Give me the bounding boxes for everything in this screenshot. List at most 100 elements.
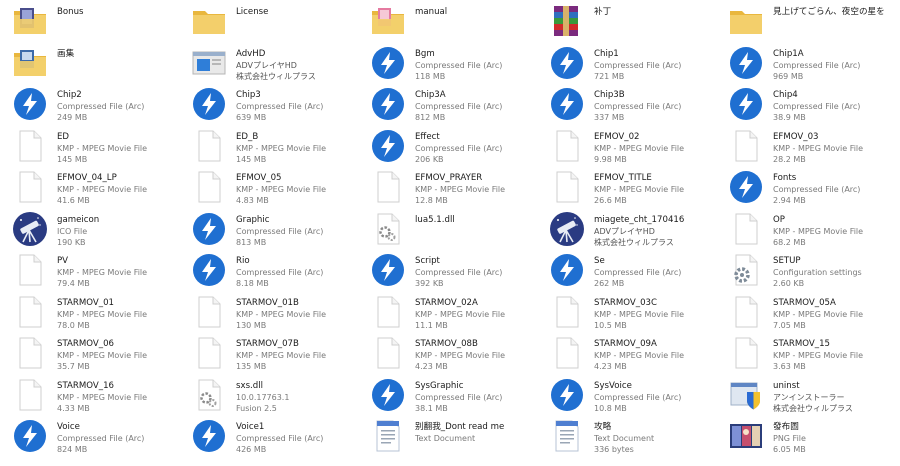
file-name: EFMOV_03 [773, 131, 819, 142]
file-item-text: Effect Compressed File (Arc) 206 KB [415, 128, 502, 165]
file-item[interactable]: SETUP Configuration settings 2.60 KB [716, 249, 900, 291]
file-name: STARMOV_03C [594, 297, 658, 308]
file-item[interactable]: EFMOV_05 KMP - MPEG Movie File 4.83 MB [179, 166, 358, 208]
file-item[interactable]: Chip1A Compressed File (Arc) 969 MB [716, 42, 900, 84]
file-item[interactable]: manual [358, 0, 537, 42]
file-item[interactable]: Bonus [0, 0, 179, 42]
dll-file-icon [370, 211, 406, 247]
file-item[interactable]: Bgm Compressed File (Arc) 118 MB [358, 42, 537, 84]
file-item-text: STARMOV_05A KMP - MPEG Movie File 7.05 MB [773, 294, 863, 331]
uninstaller-icon [728, 377, 764, 413]
file-size: 336 bytes [594, 445, 634, 454]
file-item[interactable]: Graphic Compressed File (Arc) 813 MB [179, 208, 358, 250]
file-item[interactable]: 画集 [0, 42, 179, 84]
folder-icon-images [12, 45, 48, 81]
file-item[interactable]: ED KMP - MPEG Movie File 145 MB [0, 125, 179, 167]
arc-file-icon [549, 86, 585, 122]
file-item[interactable]: STARMOV_09A KMP - MPEG Movie File 4.23 MB [537, 332, 716, 374]
file-type: Text Document [594, 434, 655, 443]
file-size: 12.8 MB [415, 196, 448, 205]
file-item[interactable]: PV KMP - MPEG Movie File 79.4 MB [0, 249, 179, 291]
file-name: STARMOV_01 [57, 297, 115, 308]
file-item-text: Chip4 Compressed File (Arc) 38.9 MB [773, 86, 860, 123]
file-item[interactable]: 补丁 [537, 0, 716, 42]
file-item[interactable]: STARMOV_02A KMP - MPEG Movie File 11.1 MB [358, 291, 537, 333]
file-size: 10.8 MB [594, 403, 627, 413]
file-type: 10.0.17763.1 [236, 392, 290, 402]
file-item[interactable]: gameicon ICO File 190 KB [0, 208, 179, 250]
blank-file-icon [12, 294, 48, 330]
file-name: STARMOV_09A [594, 339, 657, 349]
file-item[interactable]: SysGraphic Compressed File (Arc) 38.1 MB [358, 374, 537, 416]
blank-file-icon [549, 169, 585, 205]
file-name: SysGraphic [415, 380, 464, 391]
file-item[interactable]: EFMOV_PRAYER KMP - MPEG Movie File 12.8 MB [358, 166, 537, 208]
file-item[interactable]: STARMOV_16 KMP - MPEG Movie File 4.33 MB [0, 374, 179, 416]
file-item[interactable]: Se Compressed File (Arc) 262 MB [537, 249, 716, 291]
file-item[interactable]: 發布圖 PNG File 6.05 MB [716, 415, 900, 457]
file-item-text: 别翻我_Dont read me Text Document [415, 418, 504, 444]
file-item[interactable]: STARMOV_05A KMP - MPEG Movie File 7.05 MB [716, 291, 900, 333]
file-item-text: Chip1A Compressed File (Arc) 969 MB [773, 45, 860, 82]
file-item[interactable]: EFMOV_03 KMP - MPEG Movie File 28.2 MB [716, 125, 900, 167]
file-name: lua5.1.dll [415, 214, 455, 225]
file-item[interactable]: Script Compressed File (Arc) 392 KB [358, 249, 537, 291]
file-item[interactable]: Chip3B Compressed File (Arc) 337 MB [537, 83, 716, 125]
file-item-text: Script Compressed File (Arc) 392 KB [415, 252, 502, 289]
file-type: Compressed File (Arc) [594, 268, 682, 277]
file-size: 190 KB [57, 237, 86, 247]
file-item[interactable]: Fonts Compressed File (Arc) 2.94 MB [716, 166, 900, 208]
file-item[interactable]: Rio Compressed File (Arc) 8.18 MB [179, 249, 358, 291]
file-size: 35.7 MB [57, 362, 90, 371]
file-name: miagete_cht_170416 [594, 214, 685, 225]
file-item-text: Chip3A Compressed File (Arc) 812 MB [415, 86, 502, 123]
file-name: 补丁 [594, 7, 612, 17]
file-item[interactable]: STARMOV_01B KMP - MPEG Movie File 130 MB [179, 291, 358, 333]
file-item[interactable]: sxs.dll 10.0.17763.1 Fusion 2.5 [179, 374, 358, 416]
file-item[interactable]: Voice Compressed File (Arc) 824 MB [0, 415, 179, 457]
file-item[interactable]: 見上げてごらん、夜空の星を [716, 0, 900, 42]
file-item[interactable]: Voice1 Compressed File (Arc) 426 MB [179, 415, 358, 457]
file-item[interactable]: Chip3A Compressed File (Arc) 812 MB [358, 83, 537, 125]
blank-file-icon [370, 335, 406, 371]
file-item[interactable]: Chip4 Compressed File (Arc) 38.9 MB [716, 83, 900, 125]
file-item[interactable]: License [179, 0, 358, 42]
file-item[interactable]: STARMOV_07B KMP - MPEG Movie File 135 MB [179, 332, 358, 374]
file-item[interactable]: miagete_cht_170416 ADVプレイヤHD 株式会社ウィルプラス [537, 208, 716, 250]
file-type: KMP - MPEG Movie File [773, 226, 864, 236]
file-item-text: STARMOV_01 KMP - MPEG Movie File 78.0 MB [57, 294, 147, 331]
file-size: 38.9 MB [773, 113, 806, 122]
file-name: Chip1A [773, 48, 804, 59]
file-item[interactable]: Chip1 Compressed File (Arc) 721 MB [537, 42, 716, 84]
file-item[interactable]: OP KMP - MPEG Movie File 68.2 MB [716, 208, 900, 250]
file-type: Compressed File (Arc) [415, 268, 503, 277]
file-item[interactable]: SysVoice Compressed File (Arc) 10.8 MB [537, 374, 716, 416]
file-type: KMP - MPEG Movie File [236, 309, 327, 319]
file-type: Compressed File (Arc) [773, 102, 861, 111]
file-item[interactable]: STARMOV_06 KMP - MPEG Movie File 35.7 MB [0, 332, 179, 374]
file-item[interactable]: lua5.1.dll [358, 208, 537, 250]
file-item[interactable]: 攻略 Text Document 336 bytes [537, 415, 716, 457]
file-item[interactable]: EFMOV_TITLE KMP - MPEG Movie File 26.6 MB [537, 166, 716, 208]
file-item[interactable]: uninst アンインストーラー 株式会社ウィルプラス [716, 374, 900, 416]
file-item[interactable]: Chip3 Compressed File (Arc) 639 MB [179, 83, 358, 125]
blank-file-icon [191, 335, 227, 371]
file-type: KMP - MPEG Movie File [773, 309, 864, 319]
file-size: 9.98 MB [594, 154, 627, 164]
file-item-text: 攻略 Text Document 336 bytes [594, 418, 654, 455]
file-item[interactable]: Effect Compressed File (Arc) 206 KB [358, 125, 537, 167]
file-item[interactable]: STARMOV_08B KMP - MPEG Movie File 4.23 MB [358, 332, 537, 374]
file-item-text: 見上げてごらん、夜空の星を [773, 3, 885, 18]
file-item-text: Bonus [57, 3, 84, 18]
file-item[interactable]: ED_B KMP - MPEG Movie File 145 MB [179, 125, 358, 167]
file-item[interactable]: Chip2 Compressed File (Arc) 249 MB [0, 83, 179, 125]
file-item[interactable]: STARMOV_03C KMP - MPEG Movie File 10.5 MB [537, 291, 716, 333]
file-item[interactable]: STARMOV_15 KMP - MPEG Movie File 3.63 MB [716, 332, 900, 374]
file-item[interactable]: AdvHD ADVプレイヤHD 株式会社ウィルプラス [179, 42, 358, 84]
file-item[interactable]: EFMOV_02 KMP - MPEG Movie File 9.98 MB [537, 125, 716, 167]
file-item[interactable]: STARMOV_01 KMP - MPEG Movie File 78.0 MB [0, 291, 179, 333]
file-item[interactable]: 别翻我_Dont read me Text Document [358, 415, 537, 457]
file-size: 639 MB [236, 113, 267, 122]
file-name: uninst [773, 380, 800, 391]
file-item[interactable]: EFMOV_04_LP KMP - MPEG Movie File 41.6 MB [0, 166, 179, 208]
